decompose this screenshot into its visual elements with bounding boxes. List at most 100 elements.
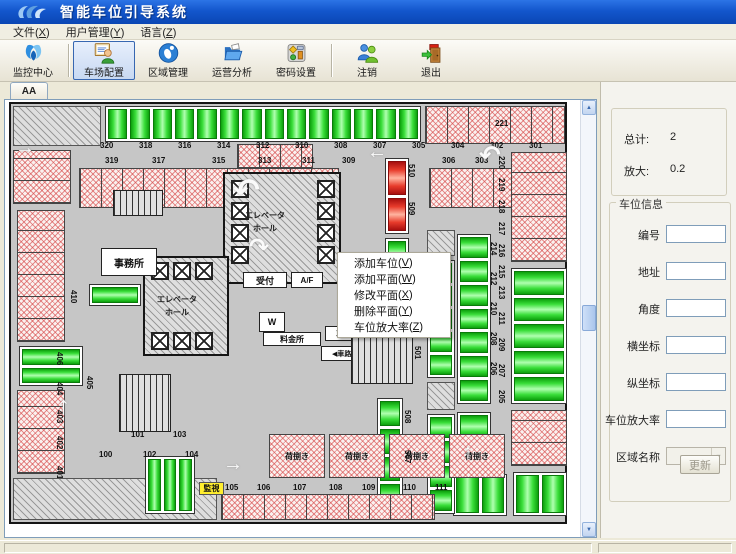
- occupied-spot-group: [385, 158, 409, 234]
- traffic-arrow: ←: [367, 142, 387, 162]
- spot-number-label: 509: [407, 202, 415, 215]
- context-menu: 添加车位V 添加平面W 修改平面X 删除平面Y 车位放大率Z: [337, 252, 451, 338]
- traffic-arrow: →: [15, 138, 35, 158]
- tab-aa[interactable]: AA: [10, 82, 48, 99]
- monitor-center-button[interactable]: 监控中心: [2, 41, 64, 80]
- map-panel: AA 221エレベータ ホールエレベータ ホール事務所410411受付A/FW料…: [4, 82, 597, 538]
- toolbar-label: 运营分析: [212, 64, 252, 79]
- reserved-spot-area: [511, 152, 567, 262]
- spot-number-label: 205: [497, 390, 505, 403]
- spot-number-label: 301: [529, 142, 542, 150]
- traffic-arrow: ↑: [57, 392, 70, 418]
- operation-analysis-button[interactable]: 运营分析: [201, 41, 263, 80]
- spot-number-label: 315: [212, 157, 225, 165]
- logout-icon: [355, 42, 380, 64]
- menu-file[interactable]: 文件X: [6, 23, 57, 41]
- toolbar-label: 退出: [421, 64, 441, 79]
- context-menu-item-spot-zoom[interactable]: 车位放大率Z: [338, 319, 450, 335]
- parking-spot-group: [453, 474, 507, 516]
- spot-number-label: 106: [257, 484, 270, 492]
- x-coordinate-field[interactable]: [666, 336, 726, 354]
- field-label-x-coordinate: 横坐标: [627, 338, 660, 354]
- toolbar-separator: [68, 44, 69, 77]
- app-logo: [14, 3, 50, 21]
- spot-number-label: 308: [334, 142, 347, 150]
- spot-number-label: 219: [497, 178, 505, 191]
- update-button[interactable]: 更新: [680, 455, 720, 474]
- spot-number-label: 319: [105, 157, 118, 165]
- stairs: [113, 190, 163, 216]
- field-label-number: 编号: [638, 227, 660, 243]
- spot-number-label: 316: [178, 142, 191, 150]
- spot-number-label: 214: [489, 242, 497, 255]
- spot-number-label: 206: [489, 362, 497, 375]
- spot-number-label: 221: [495, 120, 508, 128]
- spot-number-label: 102: [143, 451, 156, 459]
- operation-analysis-icon: [220, 42, 245, 64]
- hatched-area: [427, 382, 455, 410]
- spot-number-label: 209: [497, 338, 505, 351]
- loading-bay: 荷捌き: [449, 434, 505, 478]
- password-settings-button[interactable]: 密码设置: [265, 41, 327, 80]
- elevator-bank: [317, 180, 335, 264]
- toolbar-label: 注销: [357, 64, 377, 79]
- spot-number-label: 310: [295, 142, 308, 150]
- loading-bay: 荷捌き: [389, 434, 445, 478]
- spot-info-title: 车位信息: [616, 196, 666, 212]
- floor-plan-canvas[interactable]: 221エレベータ ホールエレベータ ホール事務所410411受付A/FW料金所車…: [5, 100, 580, 537]
- stats-groupbox: 总计: 2 放大: 0.2: [611, 108, 727, 196]
- context-menu-item-delete-plane[interactable]: 删除平面Y: [338, 303, 450, 319]
- spot-number-label: 100: [99, 451, 112, 459]
- angle-field[interactable]: [666, 299, 726, 317]
- traffic-arrow: ↶: [479, 142, 501, 168]
- spot-number-label: 304: [451, 142, 464, 150]
- reserved-spot-area: [221, 494, 435, 520]
- area-management-button[interactable]: 区域管理: [137, 41, 199, 80]
- scrollbar-thumb[interactable]: [582, 305, 596, 331]
- lot-config-icon: [92, 42, 117, 64]
- menu-user-management[interactable]: 用户管理Y: [59, 23, 132, 41]
- spot-number-label: 501: [413, 346, 421, 359]
- menu-language[interactable]: 语言Z: [133, 23, 183, 41]
- room: W: [259, 312, 285, 332]
- reserved-spot-area: [17, 210, 65, 342]
- context-menu-item-add-plane[interactable]: 添加平面W: [338, 271, 450, 287]
- exit-button[interactable]: 退出: [400, 41, 462, 80]
- lot-config-button[interactable]: 车场配置: [73, 41, 135, 80]
- spot-number-label: 410: [69, 290, 77, 303]
- spot-number-label: 217: [497, 222, 505, 235]
- info-side-panel: 总计: 2 放大: 0.2 车位信息 编号 地址 角度 横坐标 纵坐标 车位放大…: [600, 82, 736, 538]
- area-text-label: エレベータ ホール: [245, 210, 285, 236]
- context-menu-item-add-spot[interactable]: 添加车位V: [338, 255, 450, 271]
- spot-zoom-rate-field[interactable]: [666, 410, 726, 428]
- map-vertical-scrollbar[interactable]: ▲ ▼: [580, 100, 596, 537]
- spot-number-label: 108: [329, 484, 342, 492]
- room: A/F: [291, 272, 323, 288]
- spot-number-label: 109: [362, 484, 375, 492]
- spot-number-label: 405: [85, 376, 93, 389]
- parking-spot-group: [513, 472, 567, 516]
- spot-number-label: 510: [407, 164, 415, 177]
- reserved-spot-area: [429, 168, 523, 208]
- context-menu-item-modify-plane[interactable]: 修改平面X: [338, 287, 450, 303]
- stairs: [119, 374, 171, 432]
- address-field[interactable]: [666, 262, 726, 280]
- number-field[interactable]: [666, 225, 726, 243]
- scroll-down-icon[interactable]: ▼: [582, 522, 596, 537]
- parking-spot-group: [145, 456, 195, 514]
- scroll-up-icon[interactable]: ▲: [582, 100, 596, 115]
- exit-icon: [419, 42, 444, 64]
- toolbar-label: 密码设置: [276, 64, 316, 79]
- logout-button[interactable]: 注销: [336, 41, 398, 80]
- elevator-bank: [151, 332, 213, 350]
- toolbar-label: 区域管理: [148, 64, 188, 79]
- spot-number-label: 110: [403, 484, 416, 492]
- parking-spot-group: [89, 284, 141, 306]
- spot-number-label: 312: [256, 142, 269, 150]
- y-coordinate-field[interactable]: [666, 373, 726, 391]
- spot-number-label: 208: [489, 332, 497, 345]
- spot-number-label: 218: [497, 200, 505, 213]
- total-value: 2: [670, 131, 676, 143]
- area-management-icon: [156, 42, 181, 64]
- reserved-spot-area: [511, 410, 567, 466]
